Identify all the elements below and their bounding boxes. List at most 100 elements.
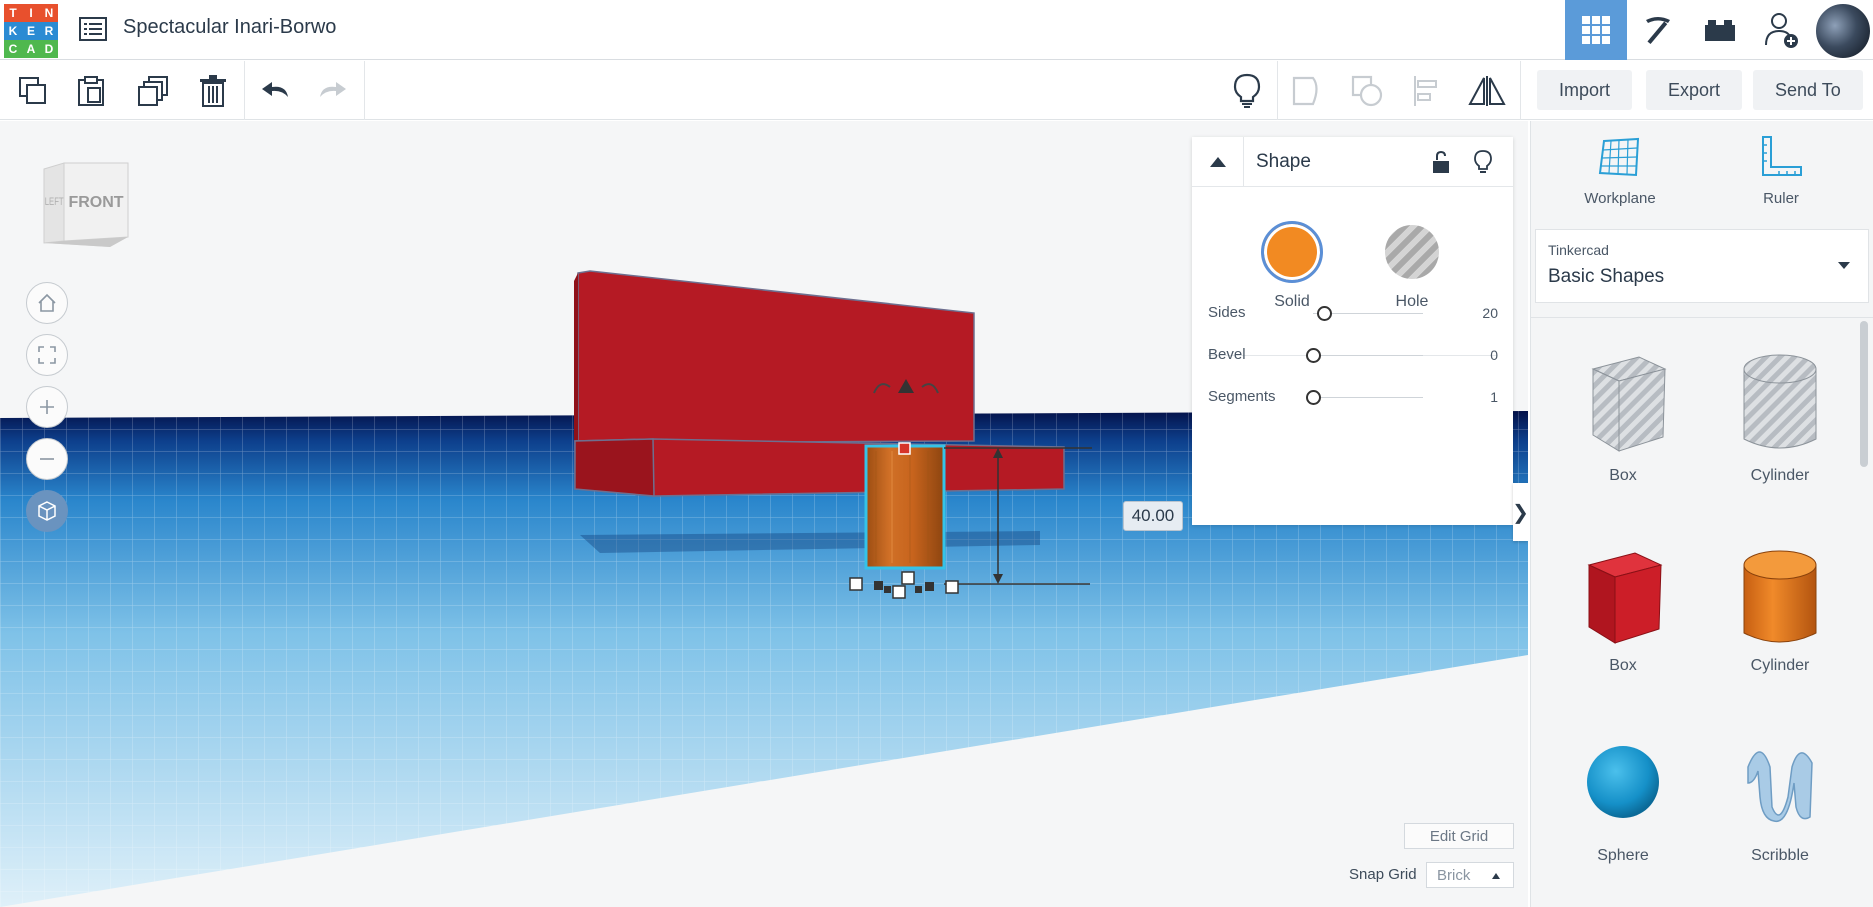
group-button[interactable] xyxy=(1278,61,1336,120)
trash-icon xyxy=(200,74,226,107)
pickaxe-icon xyxy=(1646,17,1670,45)
shape-sphere[interactable]: Sphere xyxy=(1558,727,1688,877)
zoom-out-button[interactable] xyxy=(26,438,68,480)
inspector-collapse-button[interactable] xyxy=(1192,137,1244,187)
height-dimension-input[interactable]: 40.00 xyxy=(1123,501,1183,531)
unlock-icon xyxy=(1433,150,1449,173)
hole-option[interactable]: Hole xyxy=(1372,221,1452,311)
ruler-label: Ruler xyxy=(1763,190,1799,207)
shape-inspector: Shape Solid Hole Sides 20 Bevel 0 Segmen… xyxy=(1192,137,1513,525)
viewcube-front-label: FRONT xyxy=(68,194,123,211)
cylinder-hole-icon xyxy=(1743,354,1817,449)
cube-icon xyxy=(38,501,56,521)
avatar xyxy=(1814,1,1872,60)
view-cube[interactable]: FRONT LEFT xyxy=(36,161,132,253)
minecraft-mode-button[interactable] xyxy=(1627,0,1689,60)
lightbulb-icon xyxy=(1233,73,1261,108)
chevron-down-icon xyxy=(1838,262,1850,269)
lock-button[interactable] xyxy=(1426,147,1456,177)
shape-label: Sphere xyxy=(1597,847,1649,864)
toolbar-separator xyxy=(1520,61,1521,120)
property-slider-knob[interactable] xyxy=(1317,306,1332,321)
snap-grid-select[interactable]: Brick xyxy=(1426,862,1514,888)
shape-box-hole[interactable]: Box xyxy=(1558,347,1688,497)
shape-library-select[interactable]: Tinkercad Basic Shapes xyxy=(1535,229,1869,303)
sphere-icon xyxy=(1587,746,1659,818)
shapes-panel-scrollbar[interactable] xyxy=(1860,321,1868,467)
solid-option[interactable]: Solid xyxy=(1252,221,1332,311)
undo-button[interactable] xyxy=(246,61,304,120)
inspector-header: Shape xyxy=(1192,137,1513,187)
shape-cylinder-hole[interactable]: Cylinder xyxy=(1715,347,1845,497)
delete-button[interactable] xyxy=(184,61,242,120)
duplicate-button[interactable] xyxy=(124,61,182,120)
shape-box[interactable]: Box xyxy=(1558,537,1688,687)
home-view-button[interactable] xyxy=(26,282,68,324)
3d-design-mode-button[interactable] xyxy=(1565,0,1627,60)
copy-button[interactable] xyxy=(4,61,62,120)
logo-letter: C xyxy=(4,40,22,58)
logo-letter: A xyxy=(22,40,40,58)
ruler-tool[interactable]: Ruler xyxy=(1726,135,1836,207)
redo-button[interactable] xyxy=(304,61,362,120)
edit-grid-button[interactable]: Edit Grid xyxy=(1404,823,1514,849)
undo-icon xyxy=(262,81,288,97)
workplane-icon xyxy=(1598,137,1640,177)
logo-letter: I xyxy=(22,4,40,22)
workplane-label: Workplane xyxy=(1584,190,1656,207)
property-slider-track[interactable] xyxy=(1313,355,1423,356)
toolbar-separator xyxy=(364,61,365,120)
box-hole-icon xyxy=(1591,356,1667,452)
cylinder-icon xyxy=(1743,550,1817,643)
property-row-segments: Segments 1 xyxy=(1208,386,1498,410)
design-title[interactable]: Spectacular Inari-Borwo xyxy=(123,16,336,39)
mode-switcher xyxy=(1565,0,1873,60)
shape-scribble[interactable]: Scribble xyxy=(1715,727,1845,877)
property-row-bevel: Bevel 0 xyxy=(1208,344,1498,368)
home-icon xyxy=(38,293,56,312)
inspector-title: Shape xyxy=(1256,151,1311,172)
property-slider-track[interactable] xyxy=(1313,397,1423,398)
workplane-tool[interactable]: Workplane xyxy=(1565,135,1675,207)
property-name: Segments xyxy=(1208,388,1276,405)
property-value[interactable]: 1 xyxy=(1490,389,1498,405)
shape-cylinder[interactable]: Cylinder xyxy=(1715,537,1845,687)
send-to-button[interactable]: Send To xyxy=(1753,70,1863,110)
profile-avatar-button[interactable] xyxy=(1813,0,1873,60)
property-slider-knob[interactable] xyxy=(1306,348,1321,363)
3d-viewport[interactable]: FRONT LEFT 40.00 Shape Solid Hole Sides … xyxy=(0,121,1528,907)
show-all-button[interactable] xyxy=(1218,61,1276,120)
copy-icon xyxy=(19,76,46,104)
import-button[interactable]: Import xyxy=(1537,70,1633,110)
design-list-button[interactable] xyxy=(78,14,108,44)
snap-grid-label: Snap Grid xyxy=(1349,866,1417,883)
align-button[interactable] xyxy=(1398,61,1456,120)
zoom-in-button[interactable] xyxy=(26,386,68,428)
grid-icon xyxy=(1582,16,1610,44)
invite-user-button[interactable] xyxy=(1751,0,1813,60)
perspective-toggle-button[interactable] xyxy=(26,490,68,532)
align-icon xyxy=(1414,75,1437,106)
solid-swatch xyxy=(1261,221,1323,283)
bricks-mode-button[interactable] xyxy=(1689,0,1751,60)
export-button[interactable]: Export xyxy=(1646,70,1743,110)
fit-icon xyxy=(38,346,56,364)
mirror-button[interactable] xyxy=(1458,61,1516,120)
group-icon xyxy=(1292,76,1318,105)
paste-button[interactable] xyxy=(62,61,120,120)
hide-button[interactable] xyxy=(1468,147,1498,177)
logo-letter: E xyxy=(22,22,40,40)
inspector-expand-button[interactable]: ❯ xyxy=(1512,483,1528,541)
property-row-sides: Sides 20 xyxy=(1208,302,1498,326)
property-slider-knob[interactable] xyxy=(1306,390,1321,405)
tinkercad-logo[interactable]: TINKERCAD xyxy=(4,4,58,58)
caret-up-icon xyxy=(1209,157,1226,167)
lightbulb-icon xyxy=(1474,150,1492,173)
viewcube-left-label: LEFT xyxy=(45,196,64,209)
ungroup-button[interactable] xyxy=(1338,61,1396,120)
property-value[interactable]: 0 xyxy=(1490,347,1498,363)
chevron-right-icon: ❯ xyxy=(1512,501,1528,524)
caret-up-icon xyxy=(1492,873,1500,879)
property-value[interactable]: 20 xyxy=(1482,305,1498,321)
fit-view-button[interactable] xyxy=(26,334,68,376)
